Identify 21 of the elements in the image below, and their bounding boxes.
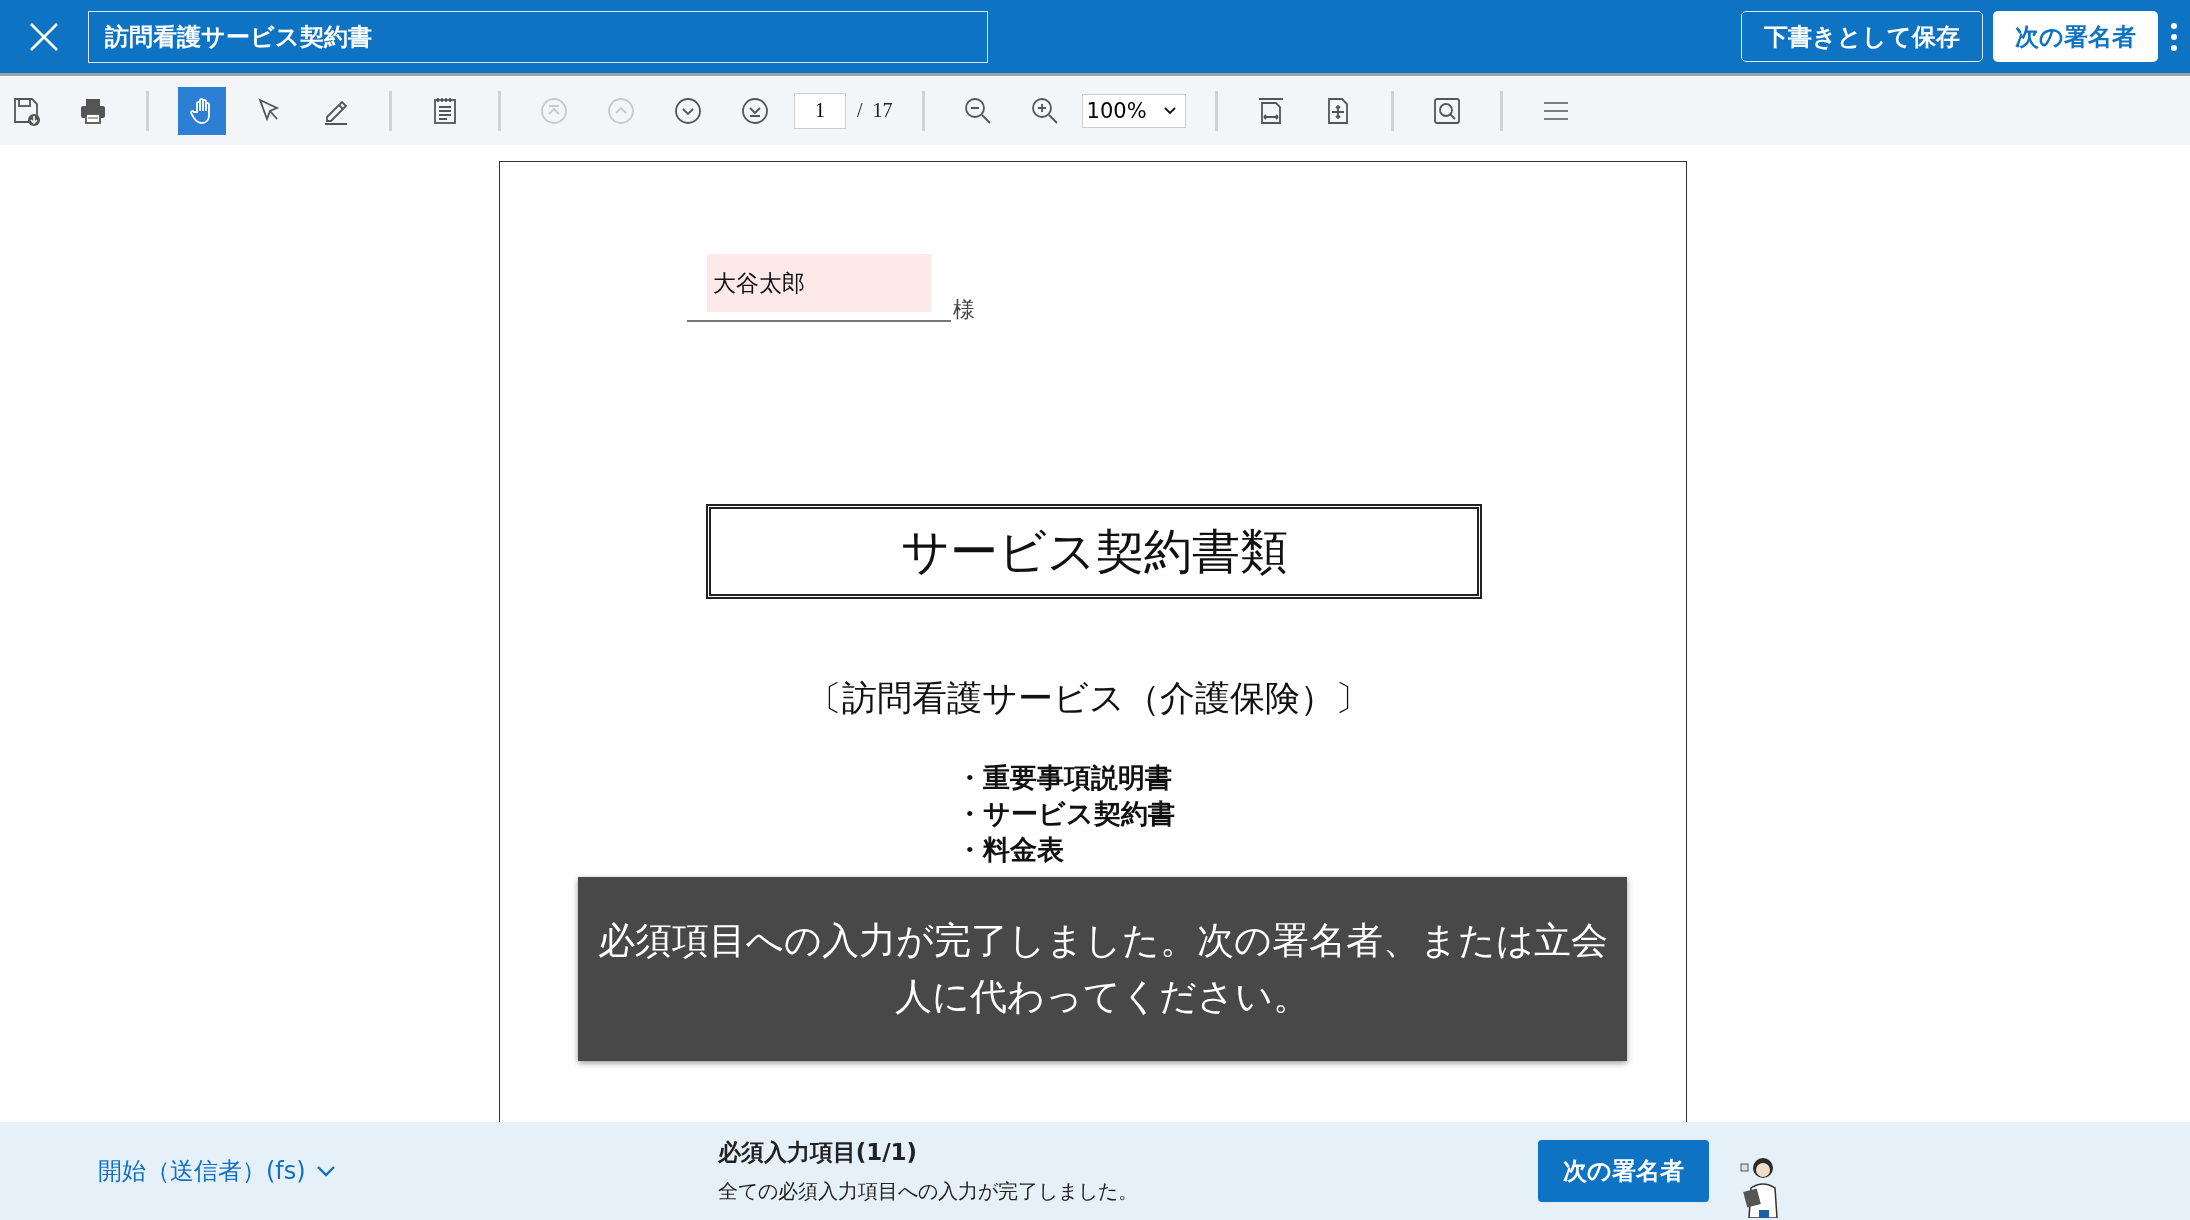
next-signer-button[interactable]: 次の署名者 bbox=[1537, 1140, 1709, 1202]
completion-toast: 必須項目への入力が完了しました。次の署名者、または立会人に代わってください。 bbox=[578, 877, 1627, 1061]
contents-item: ・サービス契約書 bbox=[956, 798, 1176, 831]
document-subtitle: 〔訪問看護サービス（介護保険）〕 bbox=[805, 678, 1371, 720]
caret-icon bbox=[315, 1165, 336, 1177]
required-fields-title: 必須入力項目(1/1) bbox=[717, 1138, 919, 1167]
next-signer-button[interactable]: 次の署名者 bbox=[1993, 11, 2158, 62]
zoom-dropdown[interactable]: 100% bbox=[1081, 93, 1186, 128]
contents-item: ・料金表 bbox=[956, 834, 1065, 867]
document-title-field[interactable]: 訪問看護サービス契約書 bbox=[88, 10, 988, 63]
name-input-field[interactable]: 大谷太郎 bbox=[707, 254, 931, 312]
required-fields-status: 全ての必須入力項目への入力が完了しました。 bbox=[717, 1178, 1139, 1205]
honorific-text: 様 bbox=[953, 296, 975, 324]
document-heading: サービス契約書類 bbox=[706, 504, 1482, 599]
caret-icon bbox=[1162, 105, 1177, 116]
page-total-text: / 17 bbox=[857, 99, 893, 122]
contents-item: ・重要事項説明書 bbox=[956, 762, 1173, 795]
page-number-field[interactable]: 1 bbox=[794, 92, 846, 129]
hand-icon[interactable] bbox=[178, 86, 226, 135]
signer-dropdown[interactable]: 開始（送信者）(fs) bbox=[98, 1155, 336, 1187]
save-draft-button[interactable]: 下書きとして保存 bbox=[1741, 11, 1983, 62]
